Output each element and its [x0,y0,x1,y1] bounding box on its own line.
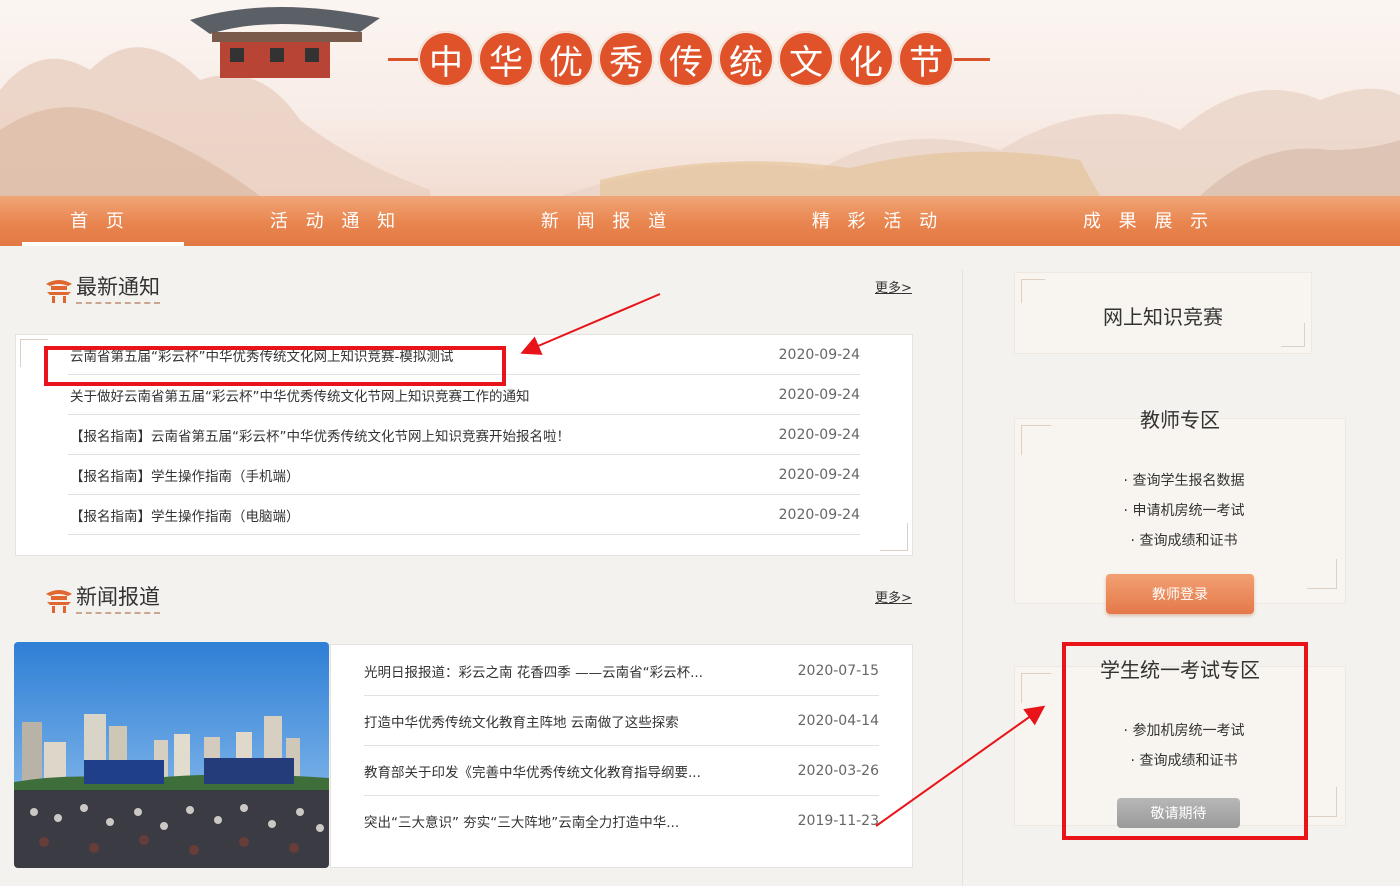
nav-achievements[interactable]: 成 果 展 示 [1013,196,1284,246]
title-char: 华 [478,31,534,87]
title-char: 中 [418,31,474,87]
teacher-link-exam[interactable]: · 申请机房统一考试 [1014,500,1354,520]
pavilion-icon [46,590,72,613]
notice-title[interactable]: 【报名指南】云南省第五届“彩云杯”中华优秀传统文化节网上知识竞赛开始报名啦！ [68,425,570,445]
news-item-title[interactable]: 突出“三大意识” 夯实“三大阵地”云南全力打造中华... [364,811,679,831]
notice-date: 2020-09-24 [778,466,860,483]
highlight-box [44,346,506,386]
news-item-title[interactable]: 光明日报报道：彩云之南 花香四季 ——云南省“彩云杯... [364,661,703,681]
teacher-link-scores[interactable]: · 查询成绩和证书 [1014,530,1354,550]
column-divider [962,270,963,886]
contest-card[interactable]: 网上知识竞赛 [1014,272,1312,354]
header-banner: 中 华 优 秀 传 统 文 化 节 [0,0,1400,196]
news-item-title[interactable]: 教育部关于印发《完善中华优秀传统文化教育指导纲要... [364,761,701,781]
notice-title[interactable]: 关于做好云南省第五届“彩云杯”中华优秀传统文化节网上知识竞赛工作的通知 [68,385,530,405]
nav-home[interactable]: 首 页 [0,196,200,246]
list-item[interactable]: 【报名指南】学生操作指南（电脑端） 2020-09-24 [68,495,860,535]
nav-news[interactable]: 新 闻 报 道 [471,196,742,246]
main-nav: 首 页 活 动 通 知 新 闻 报 道 精 彩 活 动 成 果 展 示 [0,196,1400,246]
list-item[interactable]: 打造中华优秀传统文化教育主阵地 云南做了这些探索 2020-04-14 [364,696,879,746]
highlight-box [1062,642,1308,840]
notice-date: 2020-09-24 [778,426,860,443]
decor-corner [1021,279,1045,303]
notice-title[interactable]: 【报名指南】学生操作指南（手机端） [68,465,300,485]
notices-title: 最新通知 [76,274,160,304]
title-char: 统 [718,31,774,87]
decor-corner [1307,787,1337,817]
contest-title[interactable]: 网上知识竞赛 [1015,301,1311,330]
title-char: 节 [898,31,954,87]
festival-title: 中 华 优 秀 传 统 文 化 节 [388,28,990,90]
list-item[interactable]: 【报名指南】学生操作指南（手机端） 2020-09-24 [68,455,860,495]
nav-activities[interactable]: 精 彩 活 动 [742,196,1013,246]
news-item-title[interactable]: 打造中华优秀传统文化教育主阵地 云南做了这些探索 [364,711,679,731]
list-item[interactable]: 教育部关于印发《完善中华优秀传统文化教育指导纲要... 2020-03-26 [364,746,879,796]
news-title: 新闻报道 [76,584,160,614]
news-item-date: 2019-11-23 [797,813,879,829]
news-photo[interactable] [14,642,329,868]
decor-corner [880,523,908,551]
nav-notices[interactable]: 活 动 通 知 [200,196,471,246]
notice-title[interactable]: 【报名指南】学生操作指南（电脑端） [68,505,300,525]
news-more-link[interactable]: 更多> [875,587,912,606]
news-item-date: 2020-03-26 [797,762,879,779]
list-item[interactable]: 光明日报报道：彩云之南 花香四季 ——云南省“彩云杯... 2020-07-15 [364,646,879,696]
notices-header: 最新通知 [44,264,160,304]
list-item[interactable]: 【报名指南】云南省第五届“彩云杯”中华优秀传统文化节网上知识竞赛开始报名啦！ 2… [68,415,860,455]
notice-date: 2020-09-24 [778,506,860,523]
news-header: 新闻报道 [44,574,160,614]
title-char: 化 [838,31,894,87]
title-char: 传 [658,31,714,87]
news-item-date: 2020-04-14 [797,712,879,729]
notice-date: 2020-09-24 [778,346,860,363]
notice-date: 2020-09-24 [778,386,860,403]
title-char: 优 [538,31,594,87]
teacher-link-registration[interactable]: · 查询学生报名数据 [1014,470,1354,490]
news-item-date: 2020-07-15 [797,662,879,679]
pavilion-icon [46,280,72,303]
notices-more-link[interactable]: 更多> [875,277,912,296]
title-char: 文 [778,31,834,87]
teacher-title: 教师专区 [1140,408,1220,432]
decor-corner [1307,559,1337,589]
title-char: 秀 [598,31,654,87]
teacher-login-button[interactable]: 教师登录 [1106,574,1254,614]
list-item[interactable]: 突出“三大意识” 夯实“三大阵地”云南全力打造中华... 2019-11-23 [364,796,879,846]
